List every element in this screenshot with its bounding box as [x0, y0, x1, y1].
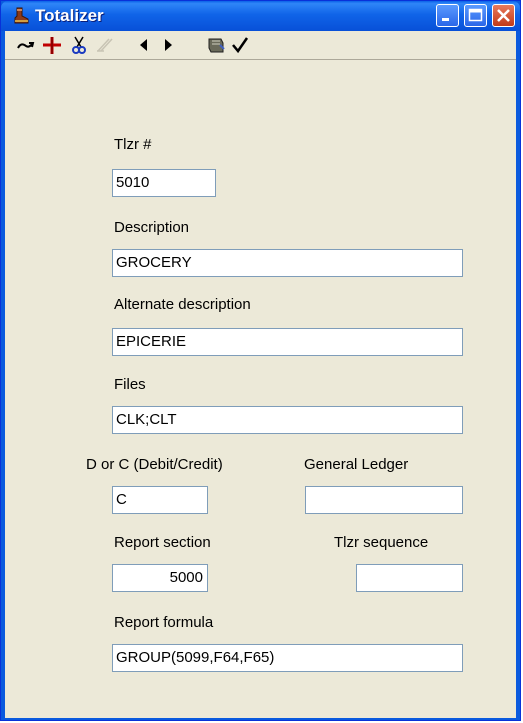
maximize-icon — [468, 8, 483, 22]
general-ledger-label: General Ledger — [304, 456, 409, 473]
tlzr-sequence-field[interactable] — [356, 564, 463, 592]
maximize-button[interactable] — [464, 4, 487, 27]
tlzr-sequence-label: Tlzr sequence — [334, 534, 429, 551]
totalizer-window: Totalizer Tlzr # 5010 Description GROCER… — [0, 0, 521, 721]
alternate-description-field[interactable]: EPICERIE — [112, 328, 463, 356]
redo-button[interactable] — [15, 35, 37, 55]
minimize-button[interactable] — [436, 4, 459, 27]
close-button[interactable] — [492, 4, 515, 27]
accept-icon — [232, 37, 249, 54]
report-formula-field[interactable]: GROUP(5099,F64,F65) — [112, 644, 463, 672]
description-field[interactable]: GROCERY — [112, 249, 463, 277]
debit-credit-label: D or C (Debit/Credit) — [86, 456, 223, 473]
app-boot-icon — [14, 7, 29, 24]
title-bar[interactable]: Totalizer — [1, 1, 520, 31]
report-section-label: Report section — [114, 534, 211, 551]
next-icon — [165, 39, 172, 51]
alternate-description-label: Alternate description — [114, 296, 251, 313]
next-button[interactable] — [157, 35, 179, 55]
previous-icon — [140, 39, 147, 51]
cut-icon — [72, 36, 86, 54]
add-button[interactable] — [41, 35, 63, 55]
window-title: Totalizer — [35, 6, 104, 25]
close-icon — [497, 9, 510, 22]
clear-icon — [97, 38, 113, 52]
toolbar — [5, 31, 516, 60]
accept-button[interactable] — [229, 35, 251, 55]
description-label: Description — [114, 219, 190, 236]
minimize-icon — [442, 18, 449, 21]
tlzr-number-label: Tlzr # — [114, 136, 152, 153]
previous-button[interactable] — [133, 35, 155, 55]
tlzr-number-field[interactable]: 5010 — [112, 169, 216, 197]
redo-icon — [17, 42, 35, 49]
files-label: Files — [114, 376, 146, 393]
files-field[interactable]: CLK;CLT — [112, 406, 463, 434]
save-button[interactable] — [205, 35, 227, 55]
add-icon — [43, 37, 61, 54]
save-icon — [208, 38, 225, 53]
report-formula-label: Report formula — [114, 614, 214, 631]
general-ledger-field[interactable] — [305, 486, 463, 514]
clear-button — [93, 35, 115, 55]
client-area: Tlzr # 5010 Description GROCERY Alternat… — [5, 31, 516, 718]
debit-credit-field[interactable]: C — [112, 486, 208, 514]
report-section-field[interactable]: 5000 — [112, 564, 208, 592]
cut-button[interactable] — [68, 35, 90, 55]
